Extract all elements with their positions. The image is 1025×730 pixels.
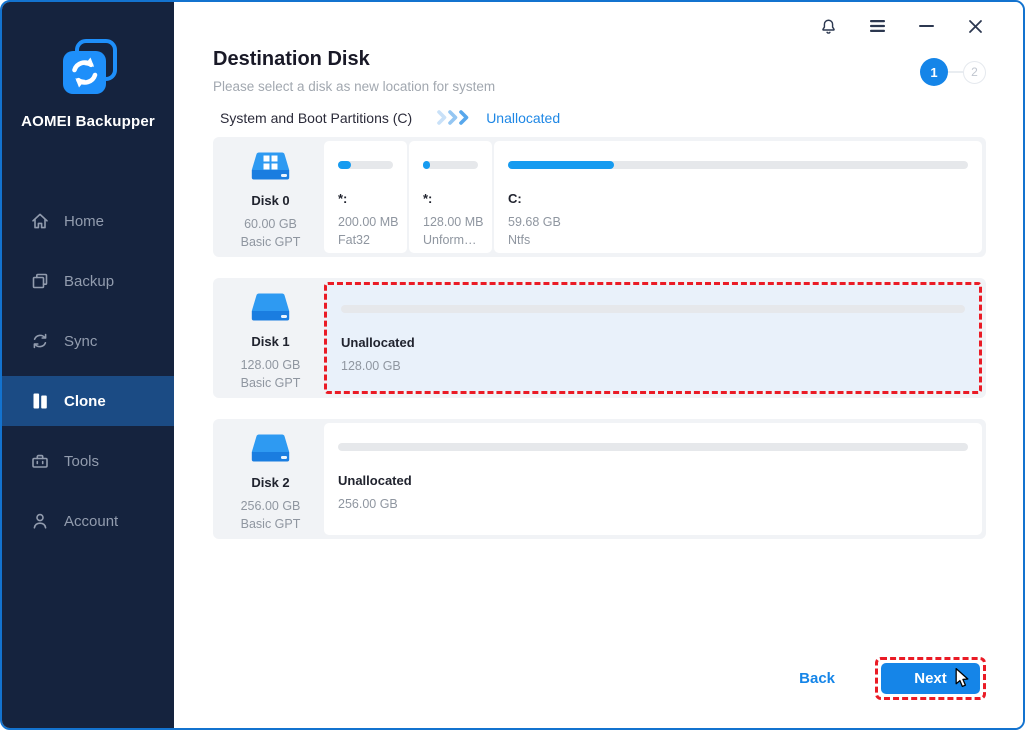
disk-partitions-selected: Unallocated 128.00 GB	[324, 282, 982, 394]
wizard-footer: Back Next	[213, 657, 986, 700]
page-subtitle: Please select a disk as new location for…	[213, 79, 986, 94]
partition-size: 128.00 MB	[423, 215, 478, 229]
tools-icon	[30, 451, 50, 471]
next-button-highlight: Next	[875, 657, 986, 700]
usage-bar	[341, 305, 965, 313]
app-logo: AOMEI Backupper	[2, 2, 174, 130]
partition-card[interactable]: *: 200.00 MB Fat32	[324, 141, 407, 253]
disk-partitions: *: 200.00 MB Fat32 *: 128.00 MB Unformat…	[324, 141, 982, 253]
partition-label: *:	[338, 191, 393, 206]
disk-icon	[248, 289, 293, 329]
sync-icon	[30, 331, 50, 351]
disk-icon	[248, 430, 293, 470]
disk-size: 128.00 GB	[241, 358, 301, 372]
step-indicator: 12	[920, 58, 986, 86]
sidebar-item-sync[interactable]: Sync	[2, 316, 174, 366]
next-button[interactable]: Next	[881, 663, 980, 694]
disk-size: 256.00 GB	[241, 499, 301, 513]
main-panel: Destination Disk Please select a disk as…	[174, 2, 1023, 728]
disk-name: Disk 0	[251, 193, 289, 208]
back-button[interactable]: Back	[799, 670, 835, 687]
sidebar-item-home[interactable]: Home	[2, 196, 174, 246]
partition-label: C:	[508, 191, 968, 206]
breadcrumb: System and Boot Partitions (C) Unallocat…	[213, 109, 986, 126]
disk-name: Disk 1	[251, 334, 289, 349]
notifications-button[interactable]	[817, 15, 839, 37]
partition-filesystem: Fat32	[338, 233, 393, 247]
disk-list: Disk 0 60.00 GB Basic GPT *: 200.00 MB F…	[213, 137, 986, 539]
disk-name: Disk 2	[251, 475, 289, 490]
partition-card[interactable]: C: 59.68 GB Ntfs	[494, 141, 982, 253]
breadcrumb-target: Unallocated	[486, 110, 560, 126]
step-connector	[948, 71, 963, 74]
partition-label: Unallocated	[341, 335, 965, 350]
disk-row: Disk 1 128.00 GB Basic GPT Unallocated 1…	[213, 278, 986, 398]
sync-logo-icon	[57, 38, 119, 103]
disk-info[interactable]: Disk 1 128.00 GB Basic GPT	[217, 282, 324, 394]
minimize-icon	[919, 24, 934, 28]
sidebar-item-tools[interactable]: Tools	[2, 436, 174, 486]
app-window: AOMEI Backupper Home Backup Sync Clone T…	[0, 0, 1025, 730]
close-button[interactable]	[964, 15, 986, 37]
bell-icon	[819, 17, 838, 36]
account-icon	[30, 511, 50, 531]
minimize-button[interactable]	[915, 15, 937, 37]
disk-type: Basic GPT	[241, 235, 301, 249]
disk-partitions: Unallocated 256.00 GB	[324, 423, 982, 535]
hamburger-icon	[869, 19, 886, 33]
close-icon	[968, 19, 983, 34]
disk-size: 60.00 GB	[244, 217, 297, 231]
disk-info[interactable]: Disk 0 60.00 GB Basic GPT	[217, 141, 324, 253]
usage-bar	[338, 161, 393, 169]
disk-type: Basic GPT	[241, 376, 301, 390]
partition-filesystem: Ntfs	[508, 233, 968, 247]
app-name: AOMEI Backupper	[2, 113, 174, 130]
usage-bar	[508, 161, 968, 169]
partition-size: 59.68 GB	[508, 215, 968, 229]
partition-size: 128.00 GB	[341, 359, 965, 373]
breadcrumb-source: System and Boot Partitions (C)	[220, 110, 412, 126]
partition-label: *:	[423, 191, 478, 206]
usage-bar	[338, 443, 968, 451]
sidebar-nav: Home Backup Sync Clone Tools Account	[2, 196, 174, 556]
step-2: 2	[963, 61, 986, 84]
clone-icon	[30, 391, 50, 411]
disk-type: Basic GPT	[241, 517, 301, 531]
step-1: 1	[920, 58, 948, 86]
partition-card[interactable]: Unallocated 128.00 GB	[327, 285, 979, 391]
backup-icon	[30, 271, 50, 291]
partition-filesystem: Unformat...	[423, 233, 478, 247]
sidebar-item-clone[interactable]: Clone	[2, 376, 174, 426]
home-icon	[30, 211, 50, 231]
sidebar-item-account[interactable]: Account	[2, 496, 174, 546]
disk-info[interactable]: Disk 2 256.00 GB Basic GPT	[217, 423, 324, 535]
usage-bar	[423, 161, 478, 169]
partition-size: 200.00 MB	[338, 215, 393, 229]
sidebar-item-backup[interactable]: Backup	[2, 256, 174, 306]
partition-label: Unallocated	[338, 473, 968, 488]
page-title: Destination Disk	[213, 48, 986, 71]
titlebar	[213, 2, 986, 44]
triple-chevron-icon	[436, 109, 472, 126]
system-disk-icon	[248, 148, 293, 188]
disk-row: Disk 2 256.00 GB Basic GPT Unallocated 2…	[213, 419, 986, 539]
partition-card[interactable]: Unallocated 256.00 GB	[324, 423, 982, 535]
partition-card[interactable]: *: 128.00 MB Unformat...	[409, 141, 492, 253]
menu-button[interactable]	[866, 15, 888, 37]
partition-size: 256.00 GB	[338, 497, 968, 511]
disk-row: Disk 0 60.00 GB Basic GPT *: 200.00 MB F…	[213, 137, 986, 257]
sidebar: AOMEI Backupper Home Backup Sync Clone T…	[2, 2, 174, 728]
